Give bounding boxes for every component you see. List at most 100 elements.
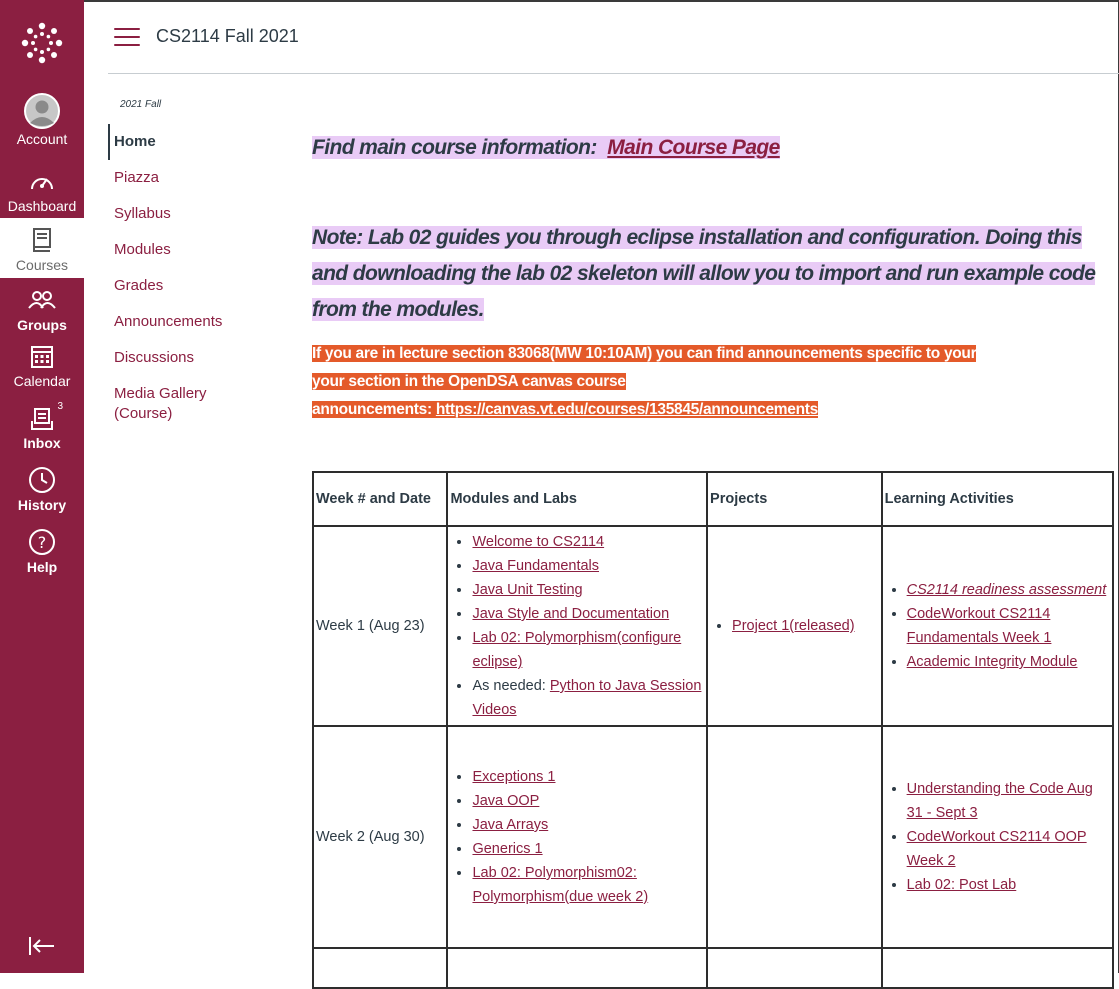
course-nav-discussions[interactable]: Discussions	[108, 340, 288, 376]
table-header: Modules and Labs	[446, 471, 709, 527]
canvas-logo-icon[interactable]	[0, 8, 84, 78]
course-header: CS2114 Fall 2021	[108, 0, 1119, 74]
nav-courses[interactable]: Courses	[0, 218, 84, 278]
lab02-note: Note: Lab 02 guides you through eclipse …	[312, 220, 1102, 328]
nav-inbox[interactable]: 3 Inbox	[0, 401, 84, 464]
dashboard-icon	[29, 165, 55, 197]
table-header: Week # and Date	[311, 471, 449, 527]
notice-line-2: your section in the OpenDSA canvas cours…	[312, 373, 626, 390]
activity-link[interactable]: Understanding the Code Aug 31 - Sept 3	[907, 781, 1093, 821]
nav-calendar-label: Calendar	[13, 373, 71, 389]
module-link[interactable]: Java Fundamentals	[472, 558, 599, 574]
list-item: Java OOP	[472, 789, 704, 813]
table-row: Week 1 (Aug 23) Welcome to CS2114 Java F…	[311, 525, 1115, 727]
list-item: Generics 1	[472, 837, 704, 861]
list-item: Java Fundamentals	[472, 554, 704, 578]
lab02-note-text: Note: Lab 02 guides you through eclipse …	[312, 226, 1096, 321]
opendsa-announcements-link[interactable]: https://canvas.vt.edu/courses/135845/ann…	[436, 401, 818, 418]
module-link[interactable]: Java Style and Documentation	[472, 606, 669, 622]
course-navigation: Home Piazza Syllabus Modules Grades Anno…	[108, 124, 288, 424]
table-header: Learning Activities	[880, 471, 1115, 527]
global-navigation: Account Dashboard Courses Groups Calenda…	[0, 0, 84, 973]
nav-account-label: Account	[16, 131, 68, 147]
nav-inbox-label: Inbox	[23, 435, 61, 451]
avatar	[24, 92, 60, 130]
courses-icon	[31, 224, 53, 256]
main-info-line: Find main course information: Main Cours…	[312, 136, 780, 160]
nav-account[interactable]: Account	[0, 92, 84, 156]
list-item: Welcome to CS2114	[472, 530, 704, 554]
calendar-icon	[30, 340, 54, 372]
project-link[interactable]: Project 1(released)	[732, 618, 855, 634]
course-nav-media-gallery[interactable]: Media Gallery (Course)	[108, 376, 288, 424]
nav-dashboard-label: Dashboard	[7, 198, 77, 214]
nav-groups[interactable]: Groups	[0, 284, 84, 346]
module-link[interactable]: Java Unit Testing	[472, 582, 582, 598]
activity-link[interactable]: Lab 02: Post Lab	[907, 877, 1017, 893]
projects-cell	[706, 725, 883, 949]
activity-link[interactable]: CodeWorkout CS2114 Fundamentals Week 1	[907, 606, 1052, 646]
list-item: Lab 02: Polymorphism02: Polymorphism(due…	[472, 861, 704, 909]
nav-courses-label: Courses	[15, 257, 69, 273]
section-announcement-notice: If you are in lecture section 83068(MW 1…	[312, 340, 1112, 424]
course-nav-modules[interactable]: Modules	[108, 232, 288, 268]
course-nav-home[interactable]: Home	[108, 124, 288, 160]
hamburger-menu-icon[interactable]	[114, 28, 140, 48]
list-item: CS2114 readiness assessment	[907, 578, 1110, 602]
list-item: Java Style and Documentation	[472, 602, 704, 626]
svg-text:?: ?	[38, 533, 47, 552]
list-item: Java Unit Testing	[472, 578, 704, 602]
activity-link[interactable]: Academic Integrity Module	[907, 654, 1078, 670]
nav-calendar[interactable]: Calendar	[0, 340, 84, 402]
inbox-icon: 3	[30, 401, 63, 434]
list-item: Lab 02: Polymorphism(configure eclipse)	[472, 626, 704, 674]
week-cell: Week 2 (Aug 30)	[311, 725, 449, 949]
list-item: Java Arrays	[472, 813, 704, 837]
list-item: CodeWorkout CS2114 OOP Week 2	[907, 825, 1110, 873]
breadcrumb-course-title[interactable]: CS2114 Fall 2021	[156, 26, 299, 47]
schedule-table: Week # and Date Modules and Labs Project…	[311, 471, 1115, 989]
table-row	[311, 947, 1115, 989]
table-header: Projects	[706, 471, 883, 527]
nav-groups-label: Groups	[17, 317, 67, 333]
module-link[interactable]: Exceptions 1	[472, 769, 555, 785]
list-item: As needed: Python to Java Session Videos	[472, 674, 704, 722]
list-item: Understanding the Code Aug 31 - Sept 3	[907, 777, 1110, 825]
list-item: Lab 02: Post Lab	[907, 873, 1110, 897]
course-nav-grades[interactable]: Grades	[108, 268, 288, 304]
module-link[interactable]: Java OOP	[472, 793, 539, 809]
modules-cell: Exceptions 1 Java OOP Java Arrays Generi…	[446, 725, 709, 949]
activities-cell: Understanding the Code Aug 31 - Sept 3 C…	[880, 725, 1115, 949]
module-link[interactable]: Java Arrays	[472, 817, 548, 833]
course-term: 2021 Fall	[120, 99, 162, 110]
list-item: CodeWorkout CS2114 Fundamentals Week 1	[907, 602, 1110, 650]
groups-icon	[27, 284, 57, 316]
course-nav-piazza[interactable]: Piazza	[108, 160, 288, 196]
projects-cell: Project 1(released)	[706, 525, 883, 727]
table-row: Week 2 (Aug 30) Exceptions 1 Java OOP Ja…	[311, 725, 1115, 949]
course-nav-syllabus[interactable]: Syllabus	[108, 196, 288, 232]
main-course-page-link[interactable]: Main Course Page	[607, 136, 780, 159]
course-nav-announcements[interactable]: Announcements	[108, 304, 288, 340]
help-icon: ?	[28, 526, 56, 558]
nav-history-label: History	[17, 497, 67, 513]
nav-help[interactable]: ? Help	[0, 526, 84, 588]
notice-line-1: If you are in lecture section 83068(MW 1…	[312, 345, 977, 362]
modules-cell: Welcome to CS2114 Java Fundamentals Java…	[446, 525, 709, 727]
activities-cell: CS2114 readiness assessment CodeWorkout …	[880, 525, 1115, 727]
activity-link[interactable]: CS2114 readiness assessment	[907, 582, 1107, 598]
list-item: Exceptions 1	[472, 765, 704, 789]
week-cell: Week 1 (Aug 23)	[311, 525, 449, 727]
module-link[interactable]: Welcome to CS2114	[472, 534, 604, 550]
module-link[interactable]: Generics 1	[472, 841, 542, 857]
module-link[interactable]: Lab 02: Polymorphism02: Polymorphism(due…	[472, 865, 648, 905]
nav-history[interactable]: History	[0, 464, 84, 526]
table-header-row: Week # and Date Modules and Labs Project…	[311, 471, 1115, 527]
notice-line-3: announcements:	[312, 401, 436, 418]
activity-link[interactable]: CodeWorkout CS2114 OOP Week 2	[907, 829, 1087, 869]
list-item: Academic Integrity Module	[907, 650, 1110, 674]
module-link[interactable]: Lab 02: Polymorphism(configure eclipse)	[472, 630, 681, 670]
list-item: Project 1(released)	[732, 614, 879, 638]
history-clock-icon	[28, 464, 56, 496]
collapse-nav-icon[interactable]	[24, 932, 60, 960]
